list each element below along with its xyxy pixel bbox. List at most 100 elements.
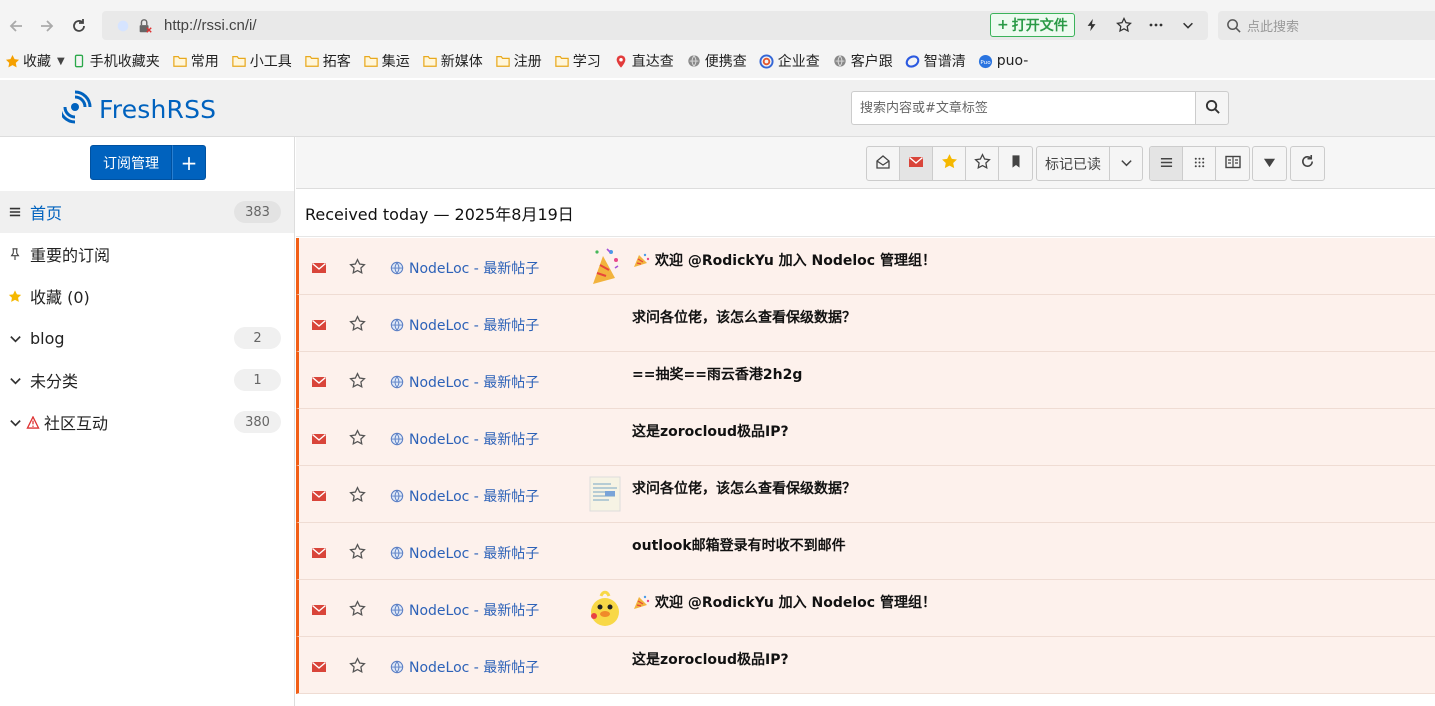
article-row[interactable]: NodeLoc - 最新帖子 欢迎 @RodickYu 加入 Nodeloc 管… [296,238,1435,295]
star-outline-icon[interactable] [349,486,367,504]
sidebar-item-important[interactable]: 重要的订阅 [0,233,294,275]
filter-dropdown-button[interactable] [1253,147,1286,180]
mail-icon[interactable] [311,488,327,502]
bookmark-item[interactable]: 学习 [554,51,601,71]
sidebar-item-home[interactable]: 首页 383 [0,191,294,233]
bookmark-item[interactable]: 智谱清 [905,51,966,71]
app-search-button[interactable] [1195,91,1229,125]
star-outline-icon[interactable] [349,372,367,390]
feed-link[interactable]: NodeLoc - 最新帖子 [390,543,539,563]
reload-icon[interactable] [63,10,95,42]
mail-icon[interactable] [311,431,327,445]
mail-icon[interactable] [311,317,327,331]
mail-icon[interactable] [311,545,327,559]
mail-icon[interactable] [311,602,327,616]
refresh-button[interactable] [1291,147,1324,180]
party-popper-icon [632,252,650,268]
bookmark-filter-button[interactable] [999,147,1032,180]
article-row[interactable]: NodeLoc - 最新帖子 这是zorocloud极品IP? [296,637,1435,694]
bookmark-item[interactable]: 常用 [172,51,219,71]
chevron-down-icon[interactable] [8,331,22,345]
bookmark-item[interactable]: 收藏 [4,51,51,71]
star-outline-icon[interactable] [349,315,367,333]
sidebar-item-uncategorized[interactable]: 未分类 1 [0,359,294,401]
sidebar-item-community[interactable]: 社区互动 380 [0,401,294,443]
mark-read-button[interactable]: 标记已读 [1037,147,1110,180]
article-title[interactable]: 这是zorocloud极品IP? [632,421,789,441]
star-outline-icon[interactable] [349,258,367,276]
article-title[interactable]: outlook邮箱登录有时收不到邮件 [632,535,846,555]
browser-search-box[interactable]: 点此搜索 [1218,11,1435,40]
forward-icon[interactable] [31,10,63,42]
sidebar-item-favorites[interactable]: 收藏 (0) [0,275,294,317]
mail-icon[interactable] [311,374,327,388]
article-title[interactable]: ==抽奖==雨云香港2h2g [632,364,802,384]
address-bar[interactable]: http://rssi.cn/i/ + 打开文件 [102,11,1208,40]
insecure-lock-icon[interactable] [136,17,154,35]
feed-link[interactable]: NodeLoc - 最新帖子 [390,372,539,392]
chevron-down-icon[interactable] [1176,13,1200,37]
bookmark-item[interactable]: 拓客 [304,51,351,71]
favorite-filter-button[interactable] [933,147,966,180]
article-row[interactable]: NodeLoc - 最新帖子 求问各位佬，该怎么查看保级数据？ [296,295,1435,352]
unread-count-badge: 380 [234,411,281,433]
bookmark-item[interactable]: 小工具 [231,51,292,71]
chevron-down-icon[interactable] [8,373,22,387]
subscription-management-button[interactable]: 订阅管理 [90,145,172,180]
article-title[interactable]: 求问各位佬，该怎么查看保级数据？ [632,307,856,327]
star-outline-icon[interactable] [349,543,367,561]
add-subscription-button[interactable]: + [172,145,206,180]
article-list-area: Received today — 2025年8月19日 NodeLoc - 最新… [296,189,1435,706]
bookmark-star-icon[interactable] [1112,13,1136,37]
back-icon[interactable] [0,10,32,42]
mail-icon[interactable] [311,260,327,274]
globe-icon [390,432,404,446]
bookmark-item[interactable]: 集运 [363,51,410,71]
url-text: http://rssi.cn/i/ [164,17,257,34]
star-outline-icon[interactable] [349,600,367,618]
article-title[interactable]: 欢迎 @RodickYu 加入 Nodeloc 管理组！ [632,250,936,270]
bookmark-item[interactable]: 企业查 [759,51,820,71]
unread-filter-button[interactable] [900,147,933,180]
feed-link[interactable]: NodeLoc - 最新帖子 [390,315,539,335]
article-row[interactable]: NodeLoc - 最新帖子 ==抽奖==雨云香港2h2g [296,352,1435,409]
feed-link[interactable]: NodeLoc - 最新帖子 [390,657,539,677]
globe-icon [832,53,848,69]
bookmark-item[interactable]: 手机收藏夹 [71,51,160,71]
article-title[interactable]: 这是zorocloud极品IP? [632,649,789,669]
star-outline-icon[interactable] [349,429,367,447]
feed-link[interactable]: NodeLoc - 最新帖子 [390,258,539,278]
grid-view-button[interactable] [1183,147,1216,180]
mail-icon[interactable] [311,659,327,673]
feed-link[interactable]: NodeLoc - 最新帖子 [390,429,539,449]
star-outline-icon[interactable] [349,657,367,675]
normal-view-button[interactable] [1150,147,1183,180]
swirl-icon [759,53,775,69]
open-file-button[interactable]: + 打开文件 [990,13,1075,37]
feed-link[interactable]: NodeLoc - 最新帖子 [390,600,539,620]
bookmark-item[interactable]: 客户跟 [832,51,893,71]
mark-read-dropdown[interactable] [1110,147,1142,180]
not-favorite-filter-button[interactable] [966,147,999,180]
freshrss-logo[interactable]: FreshRSS [58,90,216,128]
article-row[interactable]: NodeLoc - 最新帖子 这是zorocloud极品IP? [296,409,1435,466]
bookmark-item[interactable]: 便携查 [686,51,747,71]
article-row[interactable]: NodeLoc - 最新帖子 outlook邮箱登录有时收不到邮件 [296,523,1435,580]
bookmark-item[interactable]: 新媒体 [422,51,483,71]
article-title[interactable]: 欢迎 @RodickYu 加入 Nodeloc 管理组！ [632,592,936,612]
feed-link[interactable]: NodeLoc - 最新帖子 [390,486,539,506]
bookmark-item[interactable]: Puo puo- [978,53,1028,69]
article-row[interactable]: NodeLoc - 最新帖子 求问各位佬，该怎么查看保级数据？ [296,466,1435,523]
bookmark-item[interactable]: 直达查 [613,51,674,71]
reader-view-button[interactable] [1216,147,1249,180]
bookmark-item[interactable]: 注册 [495,51,542,71]
lightning-icon[interactable] [1080,13,1104,37]
sidebar-item-blog[interactable]: blog 2 [0,317,294,359]
article-row[interactable]: NodeLoc - 最新帖子 欢迎 @RodickYu 加入 Nodeloc 管… [296,580,1435,637]
read-filter-button[interactable] [867,147,900,180]
more-icon[interactable] [1144,13,1168,37]
article-title[interactable]: 求问各位佬，该怎么查看保级数据？ [632,478,856,498]
chevron-down-icon[interactable] [8,415,22,429]
caret-down-icon[interactable]: ▼ [57,56,65,67]
app-search-input[interactable] [851,91,1196,125]
